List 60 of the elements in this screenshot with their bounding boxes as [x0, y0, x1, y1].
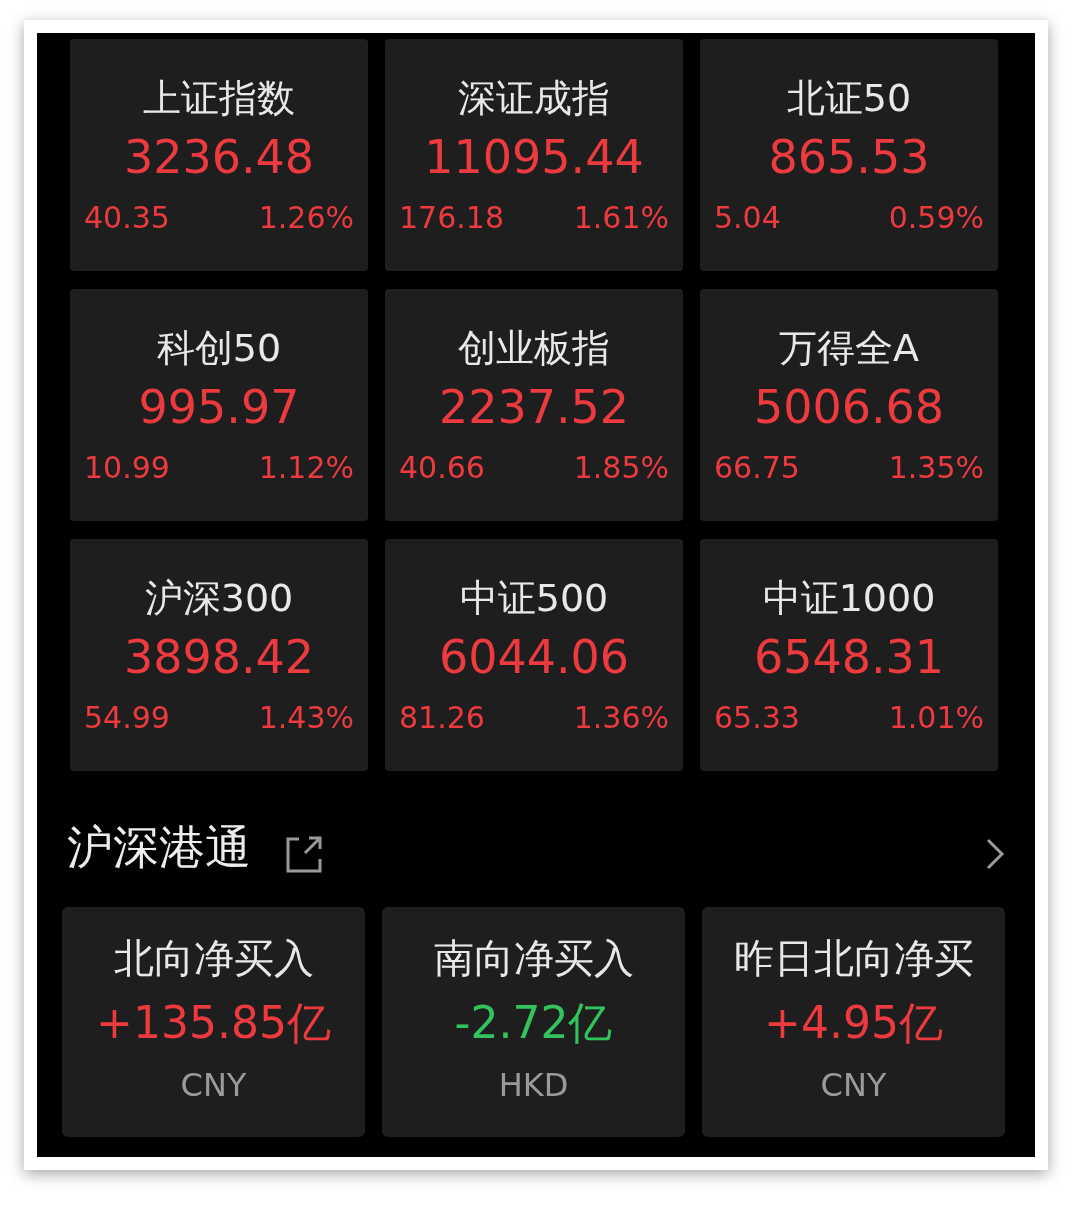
index-change: 40.66: [399, 449, 485, 487]
index-name: 深证成指: [458, 75, 610, 122]
flow-name: 昨日北向净买: [733, 934, 974, 983]
index-percent: 1.12%: [258, 449, 354, 487]
index-percent: 1.43%: [258, 699, 354, 737]
index-change: 5.04: [714, 199, 781, 237]
index-value: 995.97: [138, 379, 300, 435]
index-value: 865.53: [768, 129, 930, 185]
index-name: 中证1000: [762, 575, 936, 622]
index-name: 沪深300: [144, 575, 294, 622]
index-value: 11095.44: [424, 129, 644, 185]
index-percent: 1.01%: [888, 699, 984, 737]
index-card[interactable]: 中证500 6044.06 81.26 1.36%: [385, 539, 683, 771]
index-card[interactable]: 创业板指 2237.52 40.66 1.85%: [385, 289, 683, 521]
external-link-icon[interactable]: [285, 835, 323, 873]
index-percent: 1.35%: [888, 449, 984, 487]
index-change: 54.99: [84, 699, 170, 737]
flow-value: +135.85亿: [96, 996, 331, 1050]
index-card[interactable]: 万得全A 5006.68 66.75 1.35%: [700, 289, 998, 521]
index-card[interactable]: 科创50 995.97 10.99 1.12%: [70, 289, 368, 521]
index-percent: 0.59%: [888, 199, 984, 237]
flow-value: -2.72亿: [454, 996, 613, 1050]
currency-label: CNY: [820, 1065, 887, 1105]
index-name: 中证500: [459, 575, 609, 622]
index-change: 81.26: [399, 699, 485, 737]
index-value: 3898.42: [123, 629, 315, 685]
index-card[interactable]: 中证1000 6548.31 65.33 1.01%: [700, 539, 998, 771]
index-change: 10.99: [84, 449, 170, 487]
index-percent: 1.85%: [573, 449, 669, 487]
index-value: 2237.52: [438, 379, 630, 435]
currency-label: HKD: [498, 1065, 569, 1105]
index-value: 3236.48: [123, 129, 315, 185]
currency-label: CNY: [180, 1065, 247, 1105]
index-name: 创业板指: [458, 325, 610, 372]
index-percent: 1.61%: [573, 199, 669, 237]
index-card[interactable]: 北证50 865.53 5.04 0.59%: [700, 39, 998, 271]
index-card[interactable]: 沪深300 3898.42 54.99 1.43%: [70, 539, 368, 771]
index-name: 科创50: [156, 325, 282, 372]
chevron-right-icon[interactable]: [985, 837, 1005, 871]
index-change: 65.33: [714, 699, 800, 737]
flow-name: 南向净买入: [433, 934, 634, 983]
flow-name: 北向净买入: [113, 934, 314, 983]
index-percent: 1.36%: [573, 699, 669, 737]
index-percent: 1.26%: [258, 199, 354, 237]
index-name: 北证50: [786, 75, 912, 122]
index-name: 上证指数: [143, 75, 295, 122]
flow-card[interactable]: 北向净买入 +135.85亿 CNY: [62, 907, 365, 1137]
index-change: 66.75: [714, 449, 800, 487]
index-change: 40.35: [84, 199, 170, 237]
index-value: 6044.06: [438, 629, 630, 685]
section-title: 沪深港通: [67, 819, 251, 876]
index-change: 176.18: [399, 199, 504, 237]
index-card[interactable]: 上证指数 3236.48 40.35 1.26%: [70, 39, 368, 271]
index-value: 5006.68: [753, 379, 945, 435]
index-name: 万得全A: [779, 325, 919, 372]
index-value: 6548.31: [753, 629, 945, 685]
flow-card[interactable]: 南向净买入 -2.72亿 HKD: [382, 907, 685, 1137]
flow-card[interactable]: 昨日北向净买 +4.95亿 CNY: [702, 907, 1005, 1137]
flow-value: +4.95亿: [764, 996, 943, 1050]
index-card[interactable]: 深证成指 11095.44 176.18 1.61%: [385, 39, 683, 271]
